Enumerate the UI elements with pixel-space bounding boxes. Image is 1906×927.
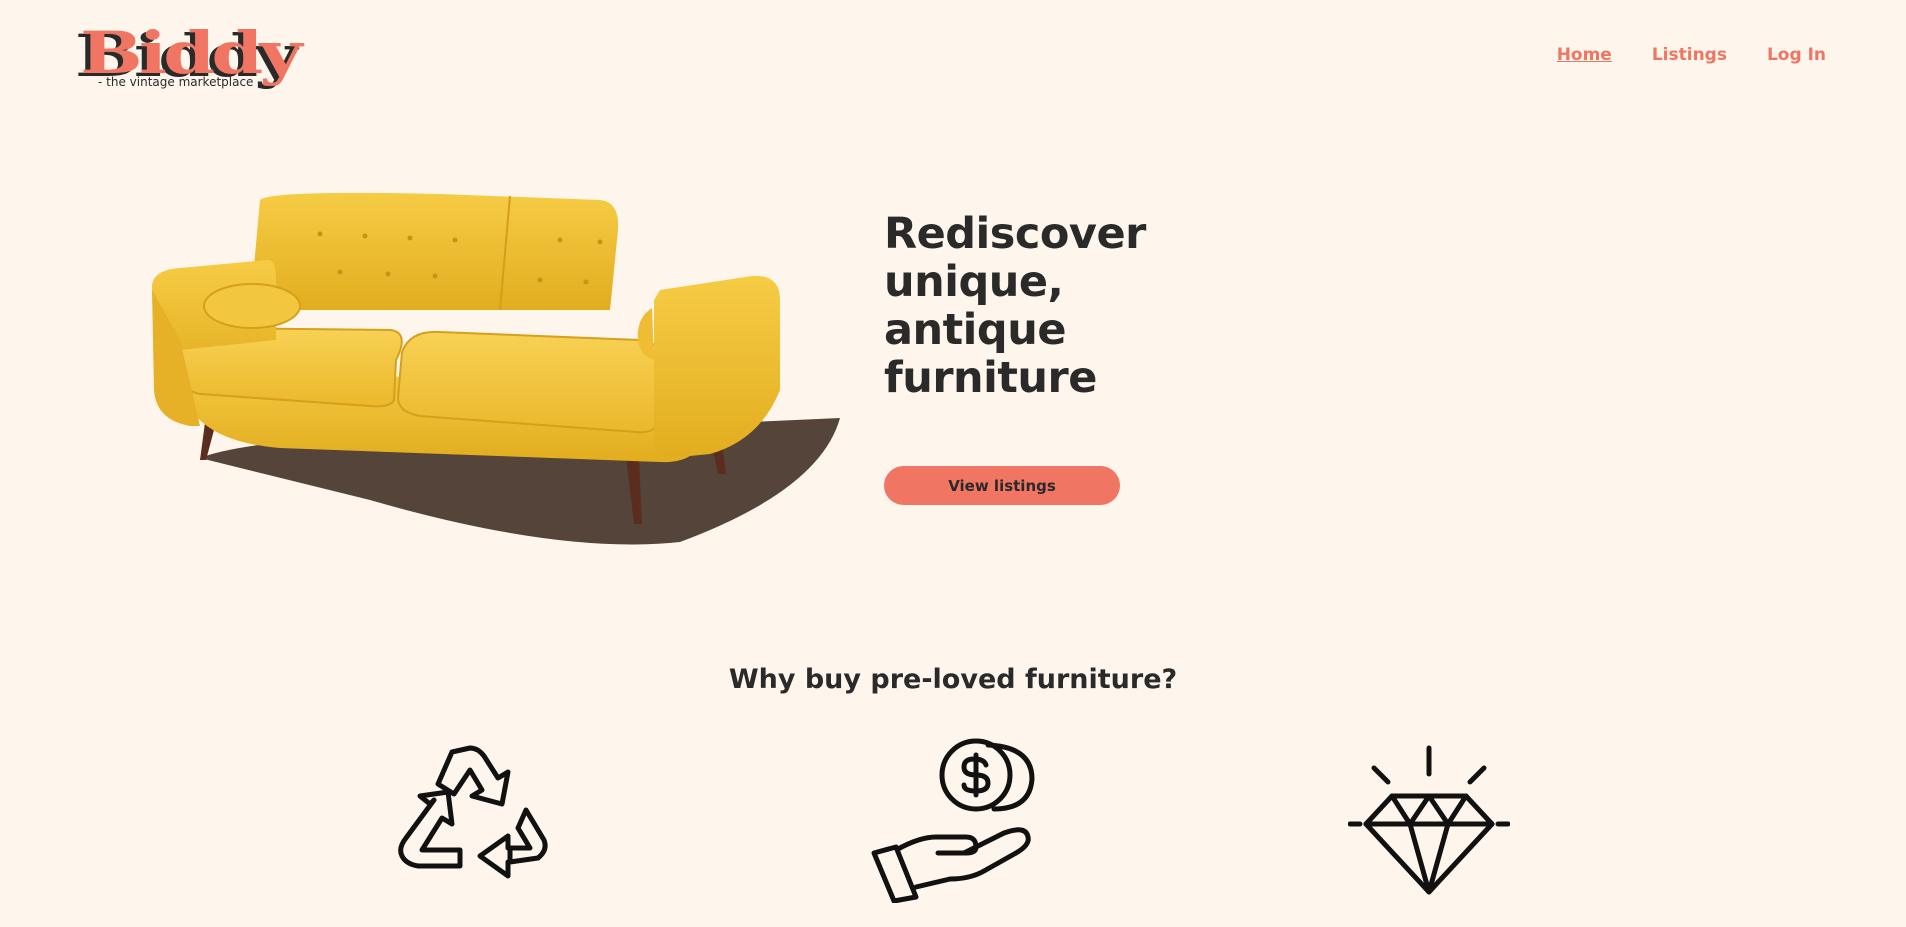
nav-link-home[interactable]: Home [1557, 45, 1612, 65]
money-hand-icon [871, 738, 1035, 903]
main-nav: Home Listings Log In [1557, 45, 1826, 65]
hero-title: Rediscover unique, antique furniture [884, 209, 1146, 403]
nav-link-listings[interactable]: Listings [1652, 45, 1727, 65]
recycle-icon [398, 745, 548, 879]
nav-link-login[interactable]: Log In [1767, 45, 1826, 65]
brand-name: Biddy [80, 19, 303, 87]
brand-tagline: - the vintage marketplace - [98, 75, 262, 89]
sofa-image [151, 192, 840, 545]
view-listings-button[interactable]: View listings [884, 466, 1120, 505]
section-title: Why buy pre-loved furniture? [728, 664, 1178, 695]
brand-logo[interactable]: Biddy - the vintage marketplace - [76, 24, 308, 90]
diamond-icon [1348, 745, 1510, 895]
